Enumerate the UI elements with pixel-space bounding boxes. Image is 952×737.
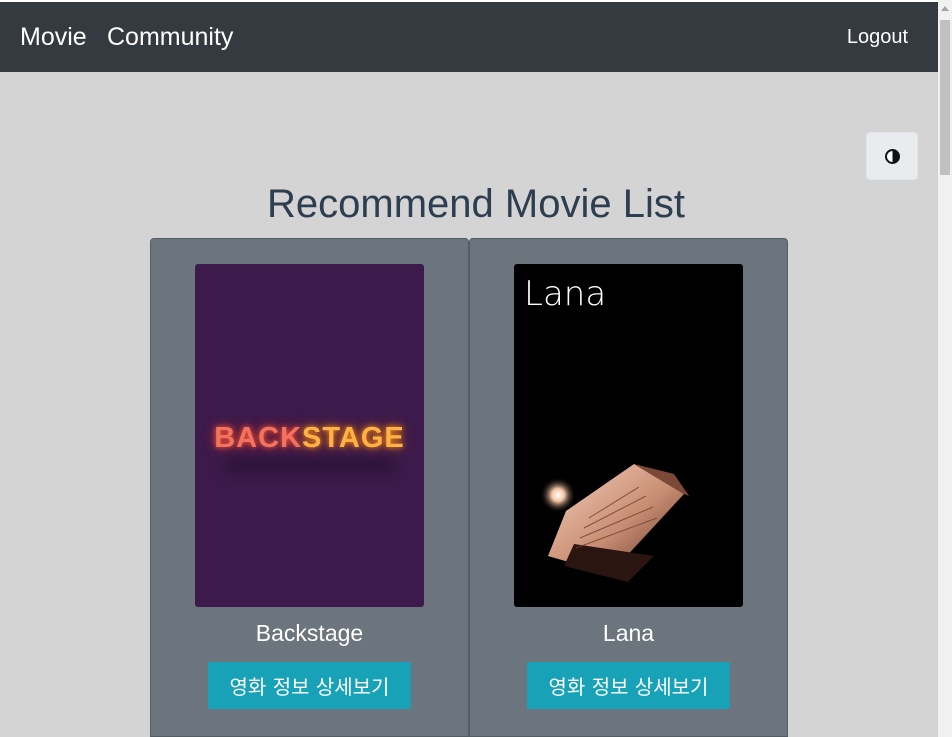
- movie-poster-backstage[interactable]: BACKSTAGE: [195, 264, 424, 607]
- poster-notebook-art: [540, 464, 689, 582]
- scroll-up-arrow-icon[interactable]: [941, 6, 949, 11]
- scrollbar-thumb[interactable]: [940, 20, 950, 175]
- vertical-scrollbar[interactable]: [938, 0, 952, 737]
- poster-logo-text: BACKSTAGE: [214, 422, 405, 454]
- poster-logo-text: Lana: [524, 274, 607, 314]
- nav-community-link[interactable]: Community: [107, 2, 233, 72]
- movie-detail-button[interactable]: 영화 정보 상세보기: [208, 662, 411, 709]
- theme-toggle-button[interactable]: [866, 132, 918, 180]
- movie-poster-lana[interactable]: Lana: [514, 264, 743, 607]
- page: Movie Community Logout Recommend Movie L…: [0, 0, 952, 737]
- contrast-icon: [884, 148, 900, 164]
- poster-shadow: [225, 459, 395, 473]
- page-title: Recommend Movie List: [267, 182, 685, 226]
- logout-link[interactable]: Logout: [847, 2, 908, 72]
- top-navbar: Movie Community Logout: [0, 0, 938, 72]
- nav-movie-link[interactable]: Movie: [20, 2, 87, 72]
- movie-detail-button[interactable]: 영화 정보 상세보기: [527, 662, 730, 709]
- movie-title: Backstage: [255, 620, 364, 646]
- movie-card: BACKSTAGE Backstage 영화 정보 상세보기: [150, 238, 469, 737]
- movie-title: Lana: [602, 620, 655, 646]
- movie-card: Lana Lana 영화 정보 상세보기: [469, 238, 788, 737]
